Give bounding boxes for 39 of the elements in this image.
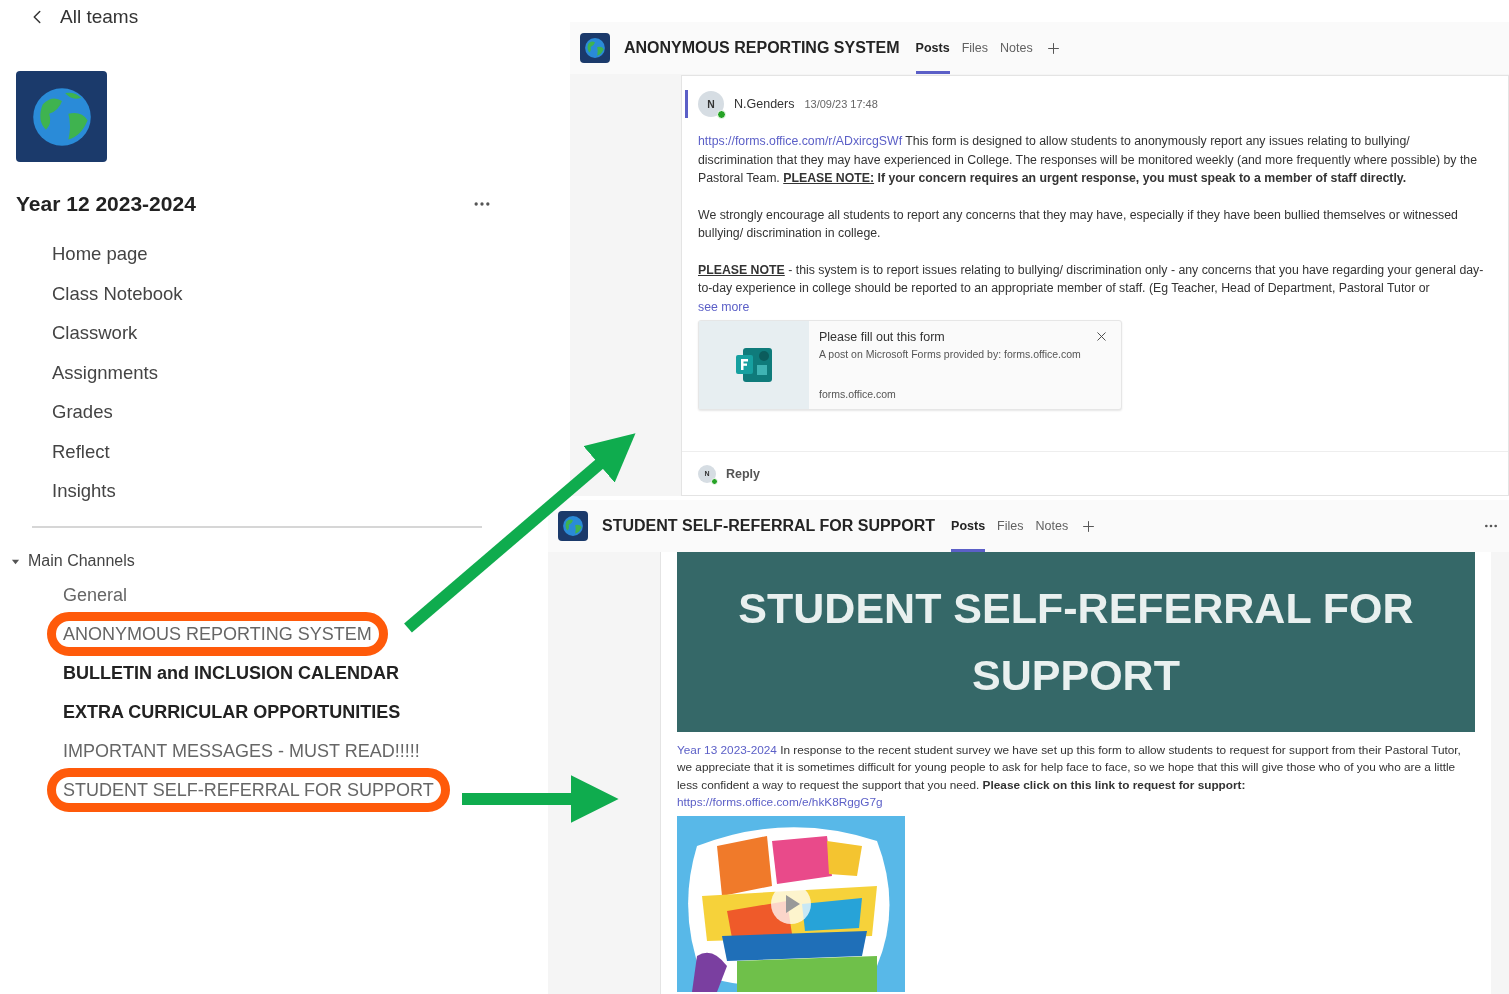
tab[interactable]: Notes	[1000, 22, 1033, 74]
link-preview-card[interactable]: Please fill out this form A post on Microsoft Forms provided by: forms.office.com forms.office.com	[698, 319, 1122, 410]
link[interactable]: Year 13 2023-2024	[677, 743, 777, 757]
tab[interactable]: Files	[961, 22, 989, 74]
nav-item[interactable]: Classwork	[52, 320, 548, 346]
link[interactable]: https://forms.office.com/r/ADxircgSWf	[698, 134, 903, 148]
nav-item[interactable]: Home page	[52, 241, 548, 267]
nav-item[interactable]: Insights	[52, 478, 548, 504]
see-more-link[interactable]: see more	[698, 297, 750, 316]
post-paragraph: We strongly encourage all students to report any concerns that they may have, especially if they have been bullied themselves or witnessed bullying/ discrimination in college.	[698, 206, 1459, 242]
team-icon	[580, 33, 610, 63]
author-name: N.Genders	[734, 97, 795, 111]
nav-item[interactable]: Assignments	[52, 359, 548, 386]
link[interactable]: https://forms.office.com/e/hkK8RggG7g	[677, 794, 883, 812]
team-icon	[558, 511, 588, 541]
post-paragraph: PLEASE NOTE - this system is to report issues relating to bullying/ discrimination only - any concerns that you have regarding your general day-to-day experience in college should be reported to an appropriate member of staff. (Eg Teacher, Head of Department, Pastoral Tutor or	[698, 261, 1485, 297]
post-paragraph: https://forms.office.com/r/ADxircgSWf This form is designed to allow students to anonymously report any issues relating to bullying/ discrimination that they may have experienced in College. The responses will be monitored weekly (and more frequently where possible) by the Pastoral Team. PLEASE NOTE: If your concern requires an urgent response, you must speak to a member of staff directly.	[698, 133, 1478, 187]
post-paragraph: Year 13 2023-2024 In response to the recent student survey we have set up this form to allow students to request for support from their Pastoral Tutor, we appreciate that it is sometimes difficult for young people to ask for help face to face, so we hope that this will give those who of you who are a little less confident a way to request the support that you need. Please click on this link to request for support: https://forms.office.com/e/hkK8RggG7g	[677, 742, 1462, 812]
nav-item[interactable]: Class Notebook	[52, 280, 548, 307]
channel-title: STUDENT SELF-REFERRAL FOR SUPPORT	[602, 517, 936, 535]
section-toggle[interactable]: Main Channels	[0, 552, 135, 570]
forms-icon	[734, 345, 774, 384]
avatar: N	[698, 91, 724, 117]
banner-title: STUDENT SELF-REFERRAL FOR SUPPORT	[677, 552, 1475, 732]
channel-item[interactable]: ANONYMOUS REPORTING SYSTEM	[47, 612, 388, 656]
channel-title: ANONYMOUS REPORTING SYSTEM	[624, 39, 900, 57]
nav-item[interactable]: Grades	[52, 399, 548, 425]
channel-item[interactable]: STUDENT SELF-REFERRAL FOR SUPPORT	[47, 768, 450, 812]
preview-domain: forms.office.com	[819, 387, 897, 400]
tab[interactable]: Notes	[1035, 500, 1069, 552]
team-name: Year 12 2023-2024	[16, 192, 196, 216]
timestamp: 13/09/23 17:48	[804, 98, 878, 110]
tab[interactable]: Files	[997, 500, 1024, 552]
preview-title: Please fill out this form	[819, 329, 945, 344]
preview-subtitle: A post on Microsoft Forms provided by: forms.office.com	[819, 347, 1082, 360]
back-link[interactable]: All teams	[0, 4, 548, 30]
reply-button[interactable]: Reply	[726, 466, 761, 481]
nav-item[interactable]: Reflect	[52, 438, 548, 465]
presence-dot	[711, 477, 718, 485]
